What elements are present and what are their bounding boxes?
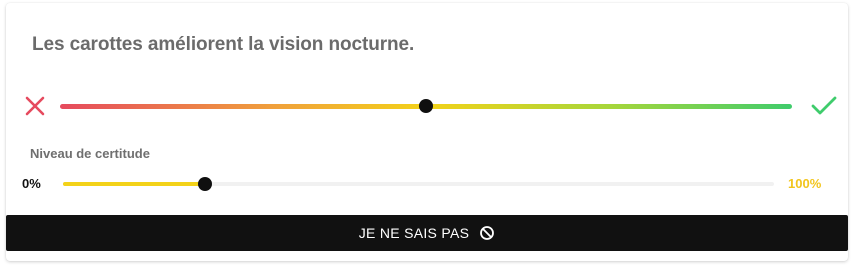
dont-know-label: JE NE SAIS PAS bbox=[358, 225, 470, 241]
certainty-min-label: 0% bbox=[22, 176, 41, 191]
ban-icon bbox=[480, 226, 495, 240]
dont-know-button[interactable]: JE NE SAIS PAS bbox=[6, 215, 848, 251]
x-icon[interactable] bbox=[24, 95, 46, 117]
certainty-label: Niveau de certitude bbox=[30, 146, 150, 161]
check-icon[interactable] bbox=[810, 94, 838, 118]
certainty-slider-thumb[interactable] bbox=[198, 177, 213, 191]
certainty-max-label: 100% bbox=[788, 176, 822, 191]
question-text: Les carottes améliorent la vision noctur… bbox=[32, 34, 415, 55]
certainty-slider-fill bbox=[63, 182, 206, 186]
question-card: Les carottes améliorent la vision noctur… bbox=[6, 3, 848, 261]
truth-slider-thumb[interactable] bbox=[419, 99, 433, 113]
certainty-slider-track[interactable] bbox=[63, 182, 774, 186]
